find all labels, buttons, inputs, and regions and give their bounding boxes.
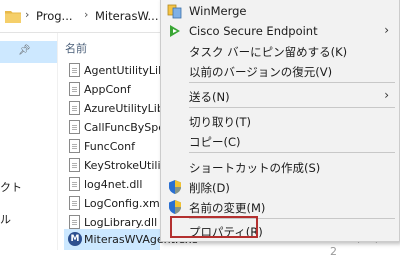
chevron-right-icon: › — [384, 23, 389, 37]
breadcrumb-item[interactable]: Prog... — [36, 9, 73, 23]
file-icon — [69, 63, 80, 77]
menu-item-label: ショートカットの作成(S) — [189, 161, 321, 175]
list-item[interactable]: FuncConf — [64, 136, 164, 157]
menu-item-send-to[interactable]: 送る(N) › — [161, 86, 399, 106]
menu-separator — [189, 152, 395, 153]
folder-icon — [5, 11, 21, 23]
list-item[interactable]: KeyStrokeUtilityI — [64, 155, 175, 176]
nav-item-label[interactable]: クト — [0, 179, 22, 195]
list-item[interactable]: log4net.dll — [64, 174, 164, 195]
file-name: FuncConf — [84, 140, 135, 153]
menu-item-label: 切り取り(T) — [189, 115, 251, 129]
chevron-right-icon: › — [384, 88, 389, 102]
shield-icon — [169, 180, 181, 194]
menu-item-label: 削除(D) — [189, 181, 230, 195]
file-icon — [69, 139, 80, 153]
file-name: log4net.dll — [84, 178, 143, 191]
list-item[interactable]: CallFuncBySpecif — [64, 117, 178, 138]
cisco-icon — [170, 25, 180, 37]
menu-item-label: タスク バーにピン留めする(K) — [189, 45, 348, 59]
list-item[interactable]: AzureUtilityLibra — [64, 98, 175, 119]
menu-item-copy[interactable]: コピー(C) — [161, 131, 399, 151]
list-item-selected[interactable]: M MiterasWVAgent.exe — [64, 229, 198, 250]
menu-item-winmerge[interactable]: WinMerge — [161, 1, 399, 21]
column-header-name[interactable]: 名前 — [65, 40, 87, 56]
menu-item-label: 以前のバージョンの復元(V) — [189, 65, 333, 79]
menu-item-restore-version[interactable]: 以前のバージョンの復元(V) — [161, 61, 399, 81]
shield-icon — [169, 200, 181, 214]
file-icon — [69, 196, 80, 210]
menu-item-pin-taskbar[interactable]: タスク バーにピン留めする(K) — [161, 41, 399, 61]
menu-item-cut[interactable]: 切り取り(T) — [161, 111, 399, 131]
list-item[interactable]: AppConf — [64, 79, 164, 100]
menu-item-label: 送る(N) — [189, 90, 230, 104]
navigation-pane[interactable]: 📌︎ クト ル — [0, 33, 58, 250]
file-name: AppConf — [84, 83, 131, 96]
menu-item-label: Cisco Secure Endpoint — [189, 24, 318, 38]
breadcrumb-separator: › — [25, 8, 30, 21]
pin-icon: 📌︎ — [18, 45, 31, 56]
file-icon — [69, 158, 80, 172]
file-icon — [69, 177, 80, 191]
app-icon: M — [68, 232, 82, 246]
file-icon — [69, 215, 80, 229]
winmerge-icon — [167, 4, 182, 19]
menu-item-cisco[interactable]: Cisco Secure Endpoint › — [161, 21, 399, 41]
file-name: LogConfig.xml — [84, 197, 163, 210]
nav-item-label[interactable]: ル — [0, 211, 11, 227]
file-icon — [69, 82, 80, 96]
breadcrumb-separator: › — [84, 8, 89, 21]
menu-item-create-shortcut[interactable]: ショートカットの作成(S) — [161, 157, 399, 177]
highlight-box — [170, 216, 258, 238]
file-icon — [69, 120, 80, 134]
file-icon — [69, 101, 80, 115]
menu-separator — [189, 82, 395, 83]
menu-item-label: コピー(C) — [189, 135, 241, 149]
menu-item-rename[interactable]: 名前の変更(M) — [161, 197, 399, 217]
list-item[interactable]: AgentUtilityLibra — [64, 60, 176, 81]
breadcrumb-item[interactable]: MiterasW... — [95, 9, 159, 23]
menu-separator — [189, 107, 395, 108]
list-item[interactable]: LogConfig.xml — [64, 193, 164, 214]
file-name: LogLibrary.dll — [84, 216, 158, 229]
menu-item-label: 名前の変更(M) — [189, 201, 266, 215]
menu-item-label: WinMerge — [189, 4, 247, 18]
menu-item-delete[interactable]: 削除(D) — [161, 177, 399, 197]
context-menu[interactable]: WinMerge Cisco Secure Endpoint › タスク バーに… — [160, 0, 400, 242]
